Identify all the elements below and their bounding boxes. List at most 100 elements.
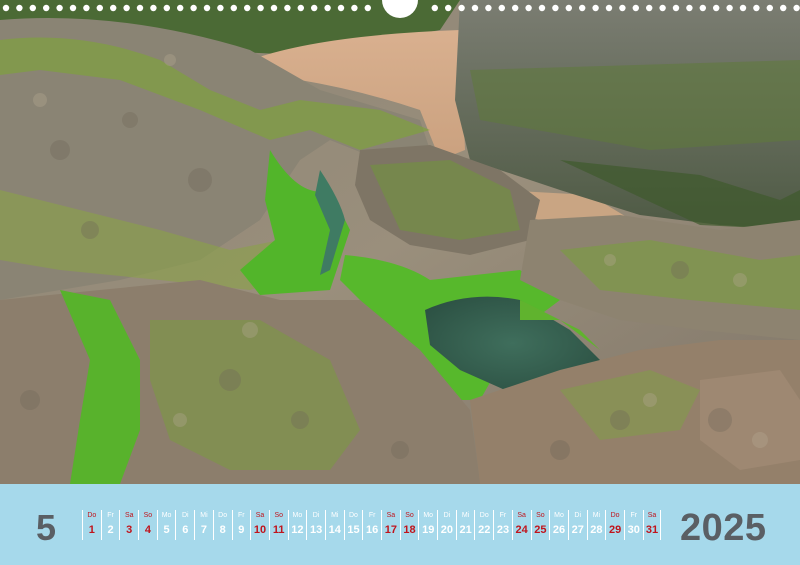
binding-hole — [163, 4, 170, 12]
binding-holes — [2, 0, 800, 18]
binding-hole — [525, 4, 532, 12]
weekday-label: Do — [479, 512, 489, 519]
binding-hole — [632, 4, 639, 12]
binding-hole — [739, 4, 747, 12]
binding-hole — [686, 4, 693, 12]
binding-hole — [29, 4, 36, 12]
binding-hole — [230, 4, 237, 12]
binding-hole — [780, 4, 787, 12]
binding-hole — [699, 4, 706, 12]
weekday-label: Do — [218, 512, 228, 519]
binding-hole — [324, 4, 331, 12]
day-cell: Mi 7 — [194, 510, 213, 540]
day-number: 17 — [384, 524, 397, 536]
binding-hole — [110, 4, 117, 12]
day-cell: Fr 2 — [100, 510, 120, 540]
day-cell: Mo 26 — [549, 510, 568, 540]
weekday-label: Mo — [161, 512, 172, 519]
binding-hole — [270, 4, 278, 12]
weekday-label: Di — [443, 512, 451, 519]
day-cell: Mo 5 — [156, 510, 176, 540]
weekday-label: Di — [181, 512, 189, 519]
day-number: 15 — [347, 524, 360, 536]
day-number: 10 — [253, 524, 267, 536]
day-number: 22 — [478, 524, 491, 536]
binding-hole — [565, 4, 572, 12]
day-cell: Sa 10 — [250, 510, 269, 540]
binding-hole — [753, 4, 760, 12]
weekday-label: Fr — [238, 512, 245, 519]
day-cell: Fr 30 — [623, 510, 643, 540]
day-number: 11 — [272, 524, 285, 536]
day-number: 29 — [608, 524, 622, 536]
day-number: 14 — [328, 524, 341, 536]
weekday-label: Mi — [331, 512, 339, 519]
binding-hole — [445, 4, 452, 12]
day-number: 3 — [126, 524, 133, 536]
binding-hole — [726, 4, 733, 12]
binding-hole — [83, 4, 90, 12]
day-cell: Mi 14 — [324, 510, 344, 540]
binding-hole — [69, 4, 77, 12]
binding-hole — [646, 4, 653, 12]
day-cell: Do 22 — [474, 510, 493, 540]
binding-hole — [364, 4, 371, 12]
weekday-label: Di — [312, 512, 320, 519]
binding-hole — [713, 4, 720, 12]
day-cell: Do 29 — [605, 510, 624, 540]
weekday-label: Sa — [255, 512, 265, 519]
binding-hole — [136, 4, 144, 12]
binding-hole — [605, 4, 613, 12]
day-cell: Fr 9 — [231, 510, 251, 540]
day-number: 30 — [627, 524, 640, 536]
weekday-label: Mo — [554, 512, 564, 519]
binding-hole — [538, 4, 546, 12]
calendar-photo-coastal-rocks — [0, 0, 800, 484]
day-cell: Fr 23 — [493, 510, 512, 540]
day-cell: Mi 21 — [455, 510, 475, 540]
binding-hole — [217, 4, 224, 12]
binding-hole — [257, 4, 264, 12]
binding-hole — [56, 4, 63, 12]
binding-hole — [297, 4, 304, 12]
day-number: 18 — [403, 524, 416, 536]
binding-hole — [311, 4, 318, 12]
day-number: 28 — [590, 524, 603, 536]
weekday-label: Fr — [107, 512, 114, 519]
day-number: 13 — [309, 524, 323, 536]
weekday-label: So — [536, 512, 545, 519]
day-cell: Di 27 — [567, 510, 587, 540]
day-cell: Do 15 — [343, 510, 363, 540]
day-cell: So 18 — [399, 510, 419, 540]
day-cell: So 25 — [530, 510, 550, 540]
day-number: 26 — [552, 524, 566, 536]
weekday-label: Di — [574, 512, 582, 519]
day-cell: Sa 24 — [511, 510, 531, 540]
day-cell: So 4 — [138, 510, 157, 540]
day-number: 2 — [107, 524, 114, 536]
binding-hole — [498, 4, 505, 12]
binding-hole — [43, 4, 50, 12]
day-number: 25 — [534, 524, 547, 536]
weekday-label: Mi — [461, 512, 470, 519]
day-number: 27 — [571, 524, 584, 536]
day-number: 1 — [88, 524, 95, 536]
weekday-label: So — [274, 512, 283, 519]
binding-hole — [552, 4, 559, 12]
binding-hole — [512, 4, 519, 12]
binding-hole — [203, 4, 211, 12]
day-cell: Sa 3 — [119, 510, 138, 540]
day-cell: Sa 31 — [642, 510, 662, 540]
binding-hole — [16, 4, 23, 12]
binding-hole — [485, 4, 492, 12]
day-cell: Do 8 — [212, 510, 232, 540]
weekday-label: Sa — [647, 512, 657, 519]
weekday-label: So — [143, 512, 153, 519]
day-number: 6 — [182, 524, 189, 536]
weekday-label: Fr — [630, 512, 638, 519]
binding-hole — [793, 4, 800, 12]
day-number: 20 — [440, 524, 454, 536]
hanger-notch — [382, 0, 418, 18]
day-cell: Mi 28 — [586, 510, 606, 540]
binding-hole — [471, 4, 479, 12]
